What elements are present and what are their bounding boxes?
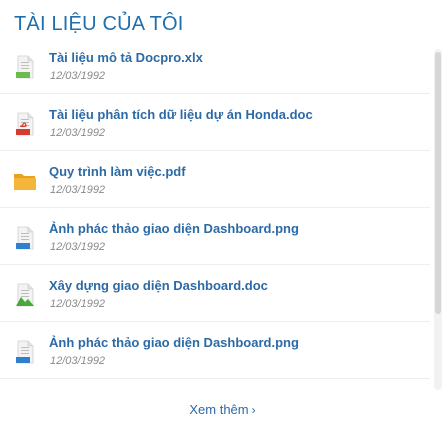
- doc-file-icon: [13, 225, 37, 251]
- document-row[interactable]: Tài liệu phân tích dữ liệu dự án Honda.d…: [0, 94, 430, 151]
- document-name[interactable]: Xây dựng giao diện Dashboard.doc: [49, 278, 268, 293]
- pdf-file-icon: [13, 111, 37, 137]
- document-date: 12/03/1992: [50, 70, 106, 82]
- document-name[interactable]: Tài liệu mô tả Docpro.xlx: [49, 50, 203, 65]
- scrollbar-thumb[interactable]: [435, 52, 441, 314]
- panel-title: TÀI LIỆU CỦA TÔI: [14, 13, 184, 35]
- document-date: 12/03/1992: [50, 298, 106, 310]
- document-name[interactable]: Tài liệu phân tích dữ liệu dự án Honda.d…: [49, 107, 313, 122]
- my-documents-panel: TÀI LIỆU CỦA TÔI Tài liệu mô tả Docpro.x…: [0, 0, 445, 426]
- document-date: 12/03/1992: [50, 355, 106, 367]
- see-more-link[interactable]: Xem thêm ›: [0, 402, 445, 417]
- document-name[interactable]: Ảnh phác thảo giao diện Dashboard.png: [49, 335, 299, 350]
- doc-file-icon: [13, 339, 37, 365]
- document-date: 12/03/1992: [50, 241, 106, 253]
- document-row[interactable]: Ảnh phác thảo giao diện Dashboard.png 12/…: [0, 208, 430, 265]
- document-row[interactable]: Ảnh phác thảo giao diện Dashboard.png 12/…: [0, 322, 430, 379]
- green-file-icon: [13, 282, 37, 308]
- document-date: 12/03/1992: [50, 127, 106, 139]
- document-date: 12/03/1992: [50, 184, 106, 196]
- folder-icon: [13, 168, 37, 194]
- document-name[interactable]: Quy trình làm việc.pdf: [49, 164, 186, 179]
- document-row[interactable]: Quy trình làm việc.pdf 12/03/1992: [0, 151, 430, 208]
- document-list: Tài liệu mô tả Docpro.xlx 12/03/1992 Tài l…: [0, 37, 430, 392]
- xls-file-icon: [13, 54, 37, 80]
- chevron-right-icon: ›: [251, 403, 256, 417]
- document-row[interactable]: Xây dựng giao diện Dashboard.doc 12/03/19…: [0, 265, 430, 322]
- document-row[interactable]: Tài liệu mô tả Docpro.xlx 12/03/1992: [0, 37, 430, 94]
- see-more-label: Xem thêm: [189, 402, 249, 417]
- document-name[interactable]: Ảnh phác thảo giao diện Dashboard.png: [49, 221, 299, 236]
